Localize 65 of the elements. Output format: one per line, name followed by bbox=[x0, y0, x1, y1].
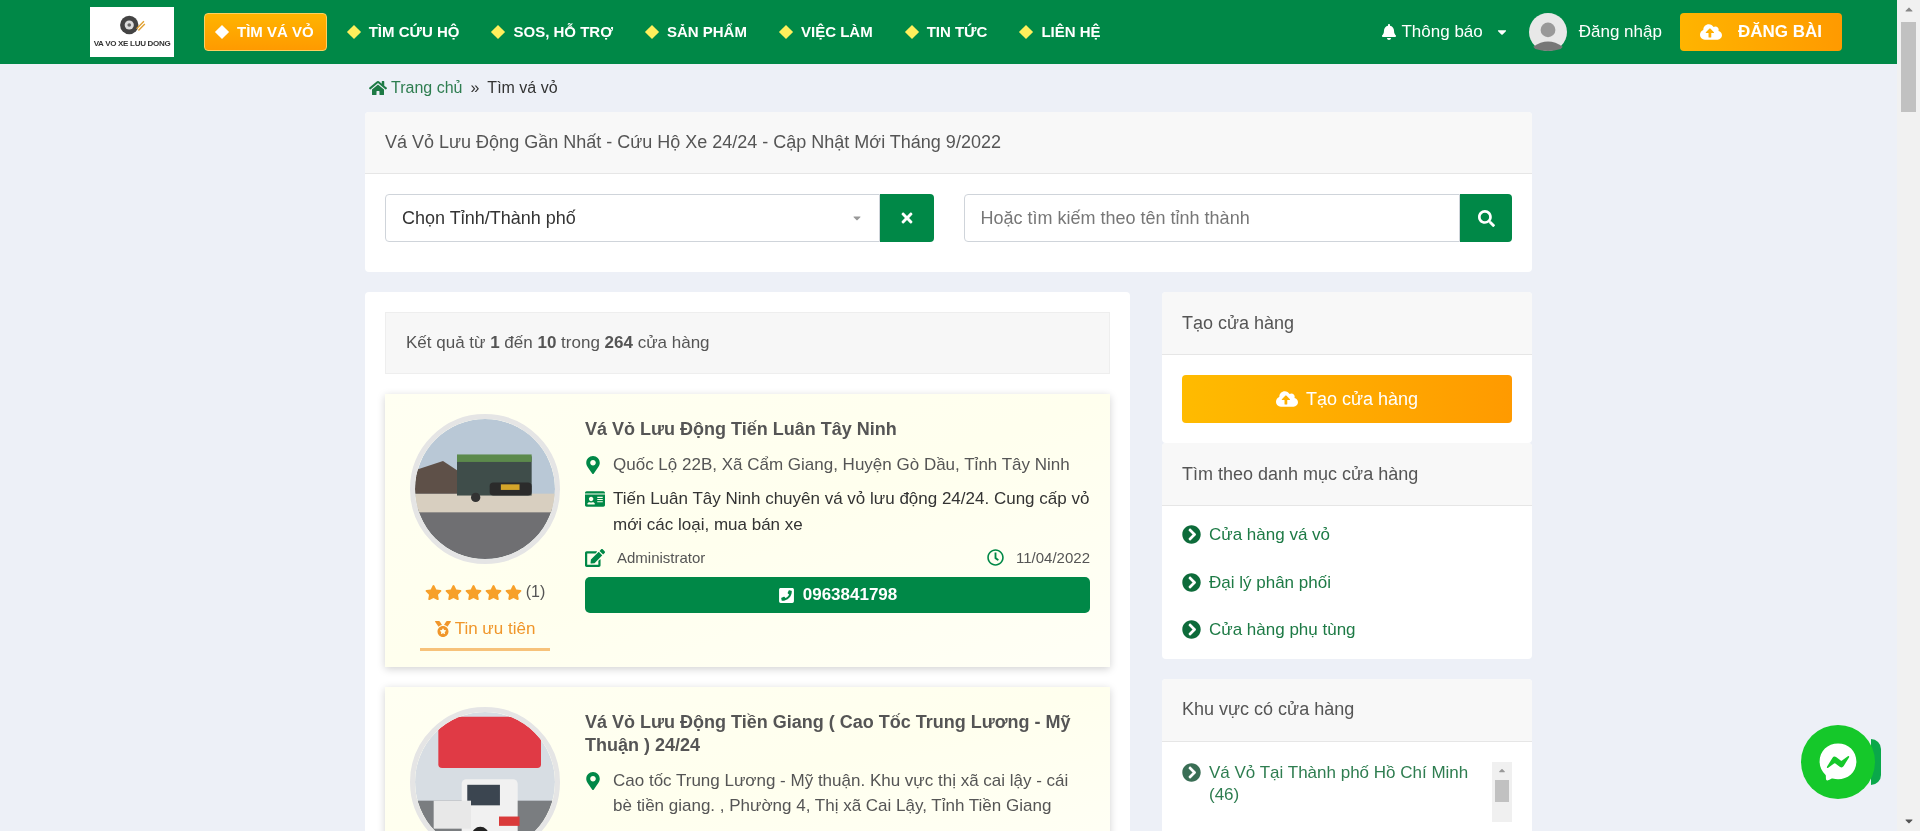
notifications-menu[interactable]: Thông báo bbox=[1381, 19, 1509, 45]
tire-icon bbox=[118, 14, 146, 36]
shop-name[interactable]: Vá Vỏ Lưu Động Tiền Giang ( Cao Tốc Trung Lương - Mỹ Thuận ) 24/24 bbox=[585, 710, 1090, 758]
messenger-button[interactable] bbox=[1801, 725, 1883, 801]
category-link[interactable]: Đại lý phân phối bbox=[1182, 569, 1512, 595]
card-title: Khu vực có cửa hàng bbox=[1182, 698, 1355, 721]
chevron-icon bbox=[1182, 620, 1201, 640]
clock-icon bbox=[987, 549, 1005, 567]
breadcrumb-separator: » bbox=[470, 78, 480, 98]
shop-address: Cao tốc Trung Lương - Mỹ thuận. Khu vực thị xã cai lậy - cái bè tiền giang. , Phường 4, Thị xã Cai Lậy, Tỉnh Tiền Giang bbox=[613, 770, 1070, 817]
category-link[interactable]: Cửa hàng vá vỏ bbox=[1182, 522, 1512, 548]
nav-item[interactable]: SOS, HỖ TRỢ bbox=[481, 13, 625, 51]
scrollbar-thumb[interactable] bbox=[1495, 779, 1509, 802]
star-icon bbox=[464, 583, 482, 601]
chevron-icon bbox=[1182, 762, 1201, 782]
shop-address: Quốc Lộ 22B, Xã Cẩm Giang, Huyện Gò Dầu, Tỉnh Tây Ninh bbox=[613, 454, 1070, 477]
search-button[interactable] bbox=[1460, 194, 1512, 242]
page-scrollbar[interactable] bbox=[1897, 0, 1920, 831]
star-icon bbox=[444, 583, 462, 601]
nav-item[interactable]: VIỆC LÀM bbox=[768, 13, 885, 51]
medal-icon bbox=[434, 620, 451, 637]
breadcrumb-link[interactable]: Trang chủ bbox=[369, 76, 463, 100]
province-select[interactable]: Chọn Tỉnh/Thành phố bbox=[385, 194, 880, 242]
shop-description: Tiến Luân Tây Ninh chuyên vá vỏ lưu động 24/24. Cung cấp vỏ mới các loại, mua bán xe bbox=[613, 488, 1090, 537]
phone-icon bbox=[777, 586, 795, 604]
nav-item[interactable]: TÌM CỨU HỘ bbox=[336, 13, 472, 51]
avatar-icon bbox=[1528, 13, 1567, 51]
card-title: Tạo cửa hàng bbox=[1182, 311, 1295, 335]
bell-icon bbox=[1381, 24, 1398, 40]
upload-cloud-icon bbox=[1275, 388, 1298, 410]
search-icon bbox=[1477, 209, 1495, 227]
logo[interactable]: VA VO XE LUU DONG bbox=[90, 7, 174, 57]
search-field[interactable]: Hoặc tìm kiếm theo tên tỉnh thành bbox=[963, 194, 1460, 242]
nav-item[interactable]: LIÊN HỆ bbox=[1009, 13, 1113, 51]
login-link[interactable]: Đăng nhập bbox=[1578, 19, 1662, 45]
upload-cloud-icon bbox=[1699, 21, 1722, 43]
breadcrumb-current: Tìm vá vỏ bbox=[487, 78, 558, 98]
results-summary: Kết quả từ 1 đến 10 trong 264 cửa hàng bbox=[385, 312, 1110, 374]
category-link[interactable]: Cửa hàng phụ tùng bbox=[1182, 617, 1512, 643]
card-title: Vá Vỏ Lưu Động Gần Nhất - Cứu Hộ Xe 24/24 - Cập Nhật Mới Tháng 9/2022 bbox=[385, 131, 1001, 154]
home-icon bbox=[369, 80, 387, 96]
id-card-icon bbox=[585, 490, 605, 509]
map-pin-icon bbox=[585, 772, 601, 791]
star-icon bbox=[484, 583, 502, 601]
star-icon bbox=[424, 583, 442, 601]
author: Administrator bbox=[617, 547, 706, 568]
clear-button[interactable] bbox=[879, 194, 934, 242]
chevron-icon bbox=[1182, 572, 1201, 592]
star-icon bbox=[504, 583, 522, 601]
shop-name[interactable]: Vá Vỏ Lưu Động Tiến Luân Tây Ninh bbox=[585, 418, 1090, 442]
badge-label: Tin ưu tiên bbox=[454, 618, 536, 640]
logo-text: VA VO XE LUU DONG bbox=[93, 38, 171, 50]
chevron-icon bbox=[1182, 525, 1201, 545]
region-link[interactable]: Vá Vỏ Tại Thành phố Hồ Chí Minh (46) bbox=[1182, 761, 1484, 806]
card-title: Tìm theo danh mục cửa hàng bbox=[1182, 462, 1419, 486]
review-count: (1) bbox=[525, 582, 546, 602]
map-pin-icon bbox=[585, 456, 601, 475]
post-date: 11/04/2022 bbox=[1016, 547, 1090, 568]
scrollbar[interactable] bbox=[1492, 761, 1512, 822]
messenger-icon bbox=[1819, 743, 1857, 781]
nav-item[interactable]: TIN TỨC bbox=[894, 13, 1000, 51]
phone-button[interactable]: 0963841798 bbox=[585, 577, 1090, 614]
edit-icon bbox=[585, 547, 605, 568]
nav-item[interactable]: SẢN PHẨM bbox=[634, 13, 759, 51]
scrollbar-thumb[interactable] bbox=[1901, 22, 1916, 112]
